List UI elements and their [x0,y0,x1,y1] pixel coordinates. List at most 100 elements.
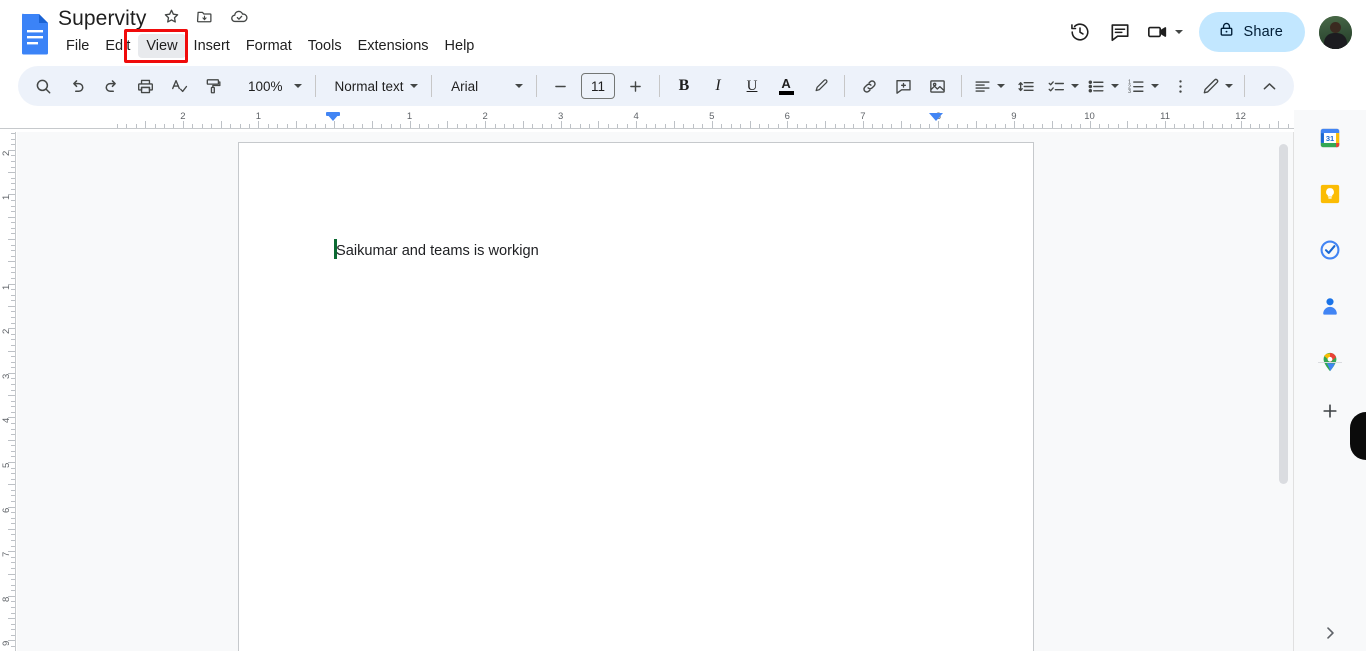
ruler-tick [11,400,15,402]
toolbar-divider [314,75,316,97]
ruler-tick [11,623,15,625]
chevron-down-icon [410,84,419,88]
side-panel: 31 [1294,110,1366,651]
ruler-tick [11,517,15,519]
first-line-indent-marker[interactable] [326,113,340,121]
align-left-icon[interactable] [971,71,1007,101]
zoom-control[interactable]: 100% [236,71,308,101]
menu-format[interactable]: Format [238,34,300,58]
paint-format-icon[interactable] [198,71,228,101]
decrease-font-size-button[interactable] [546,71,576,101]
ruler-tick [749,121,751,128]
ruler-tick [8,528,15,530]
ruler-tick [11,584,15,586]
ruler-tick [8,216,15,218]
chevron-down-icon [293,84,302,88]
font-family-dropdown[interactable]: Arial [439,71,529,101]
ruler-tick [825,121,827,128]
more-options-icon[interactable] [1165,71,1195,101]
chevron-right-icon[interactable] [1314,617,1346,649]
paragraph-style-dropdown[interactable]: Normal text [323,71,425,101]
text-color-button[interactable]: A [771,71,801,101]
google-keep-icon[interactable] [1314,178,1346,210]
menu-edit[interactable]: Edit [97,34,138,58]
checklist-icon[interactable] [1045,71,1081,101]
meet-camera-icon[interactable] [1140,12,1189,52]
ruler-tick [8,283,15,285]
ruler-tick [11,356,15,358]
chevron-down-icon [1151,84,1160,88]
star-icon[interactable] [163,8,180,30]
redo-icon[interactable] [96,71,126,101]
highlight-color-icon[interactable] [805,71,835,101]
move-to-folder-icon[interactable] [196,8,213,30]
menu-extensions[interactable]: Extensions [350,34,437,58]
google-contacts-icon[interactable] [1314,290,1346,322]
ruler-tick [11,428,15,430]
vertical-ruler[interactable]: 21123456789 [0,132,17,651]
right-indent-marker[interactable] [929,113,943,121]
ruler-tick [1240,121,1242,128]
google-docs-icon[interactable] [18,13,52,55]
ruler-tick [8,595,15,597]
menu-view[interactable]: View [138,34,186,58]
version-history-icon[interactable] [1060,12,1100,52]
comment-history-icon[interactable] [1100,12,1140,52]
ruler-tick [560,121,562,128]
ruler-tick [711,121,713,128]
spellcheck-icon[interactable] [164,71,194,101]
undo-icon[interactable] [62,71,92,101]
underline-button[interactable]: U [737,71,767,101]
insert-image-icon[interactable] [922,71,952,101]
document-page[interactable]: Saikumar and teams is workign [238,142,1034,651]
chevron-down-icon[interactable] [1174,30,1183,34]
cloud-saved-icon[interactable] [230,7,249,31]
add-ons-plus-icon[interactable] [1314,395,1346,427]
header-actions: Share [1060,8,1352,56]
bulleted-list-icon[interactable] [1085,71,1121,101]
font-size-input[interactable]: 11 [580,73,616,99]
bold-button[interactable]: B [669,71,699,101]
italic-button[interactable]: I [703,71,733,101]
ruler-tick [8,328,15,330]
ruler-tick [11,300,15,302]
ruler-tick [11,199,15,201]
ruler-tick [11,250,15,252]
google-calendar-icon[interactable]: 31 [1314,122,1346,154]
avatar[interactable] [1319,15,1352,49]
document-body-text[interactable]: Saikumar and teams is workign [336,240,539,262]
insert-link-icon[interactable] [854,71,884,101]
menu-tools[interactable]: Tools [300,34,350,58]
ruler-tick [11,467,15,469]
add-comment-icon[interactable] [888,71,918,101]
ruler-tick [11,205,15,207]
lock-icon [1218,21,1235,43]
google-tasks-icon[interactable] [1314,234,1346,266]
search-icon[interactable] [28,71,58,101]
increase-font-size-button[interactable] [620,71,650,101]
ruler-tick [11,272,15,274]
paragraph-style-value: Normal text [334,78,404,94]
ruler-tick [8,172,15,174]
menu-help[interactable]: Help [437,34,483,58]
ruler-tick [11,133,15,135]
print-icon[interactable] [130,71,160,101]
line-spacing-icon[interactable] [1011,71,1041,101]
horizontal-ruler[interactable]: 2 1 1 2 3 4 5 6 7 8 9 10 11 12 [0,110,1294,132]
share-button[interactable]: Share [1198,12,1305,52]
chevron-up-icon[interactable] [1254,71,1284,101]
ruler-tick [11,562,15,564]
ruler-tick [1165,121,1167,128]
ruler-tick [447,121,449,128]
menu-file[interactable]: File [58,34,97,58]
page-title[interactable]: Supervity [58,6,146,32]
chevron-down-icon [997,84,1006,88]
menu-insert[interactable]: Insert [186,34,238,58]
editing-mode-pencil-icon[interactable] [1199,71,1235,101]
ruler-tick [8,261,15,263]
vertical-scrollbar[interactable] [1279,144,1288,484]
chevron-down-icon [1111,84,1120,88]
zoom-value: 100% [248,78,283,94]
document-canvas[interactable]: Saikumar and teams is workign [17,132,1294,651]
numbered-list-icon[interactable]: 1 2 3 [1125,71,1161,101]
